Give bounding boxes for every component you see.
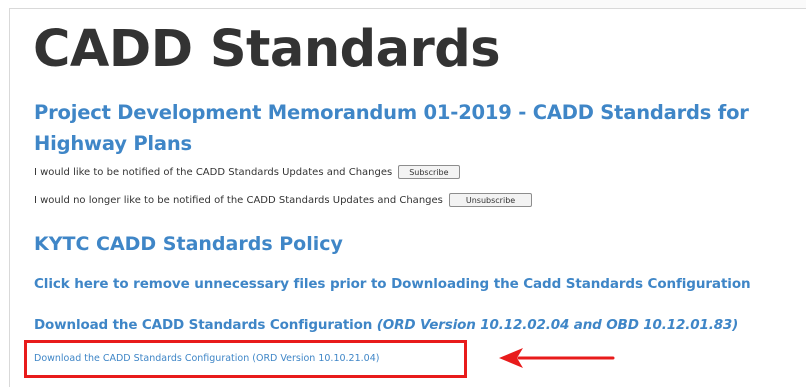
unsubscribe-row: I would no longer like to be notified of… <box>34 193 533 207</box>
download-config-version: (ORD Version 10.12.02.04 and OBD 10.12.0… <box>376 317 739 333</box>
unsubscribe-button[interactable]: Unsubscribe <box>448 193 533 207</box>
download-old-config-link[interactable]: Download the CADD Standards Configuratio… <box>34 353 379 364</box>
download-config-row[interactable]: Download the CADD Standards Configuratio… <box>34 317 738 333</box>
remove-files-link[interactable]: Click here to remove unnecessary files p… <box>34 276 751 292</box>
policy-heading-link[interactable]: KYTC CADD Standards Policy <box>34 231 343 257</box>
subscribe-button[interactable]: Subscribe <box>398 165 460 179</box>
page-title: CADD Standards <box>33 20 501 79</box>
subscribe-text: I would like to be notified of the CADD … <box>34 166 393 178</box>
red-arrow-icon <box>499 348 615 368</box>
subscribe-row: I would like to be notified of the CADD … <box>34 165 460 179</box>
unsubscribe-text: I would no longer like to be notified of… <box>34 194 443 206</box>
memo-heading-link[interactable]: Project Development Memorandum 01-2019 -… <box>34 97 794 159</box>
top-gray-strip <box>490 0 806 8</box>
download-config-link[interactable]: Download the CADD Standards Configuratio… <box>34 317 372 333</box>
